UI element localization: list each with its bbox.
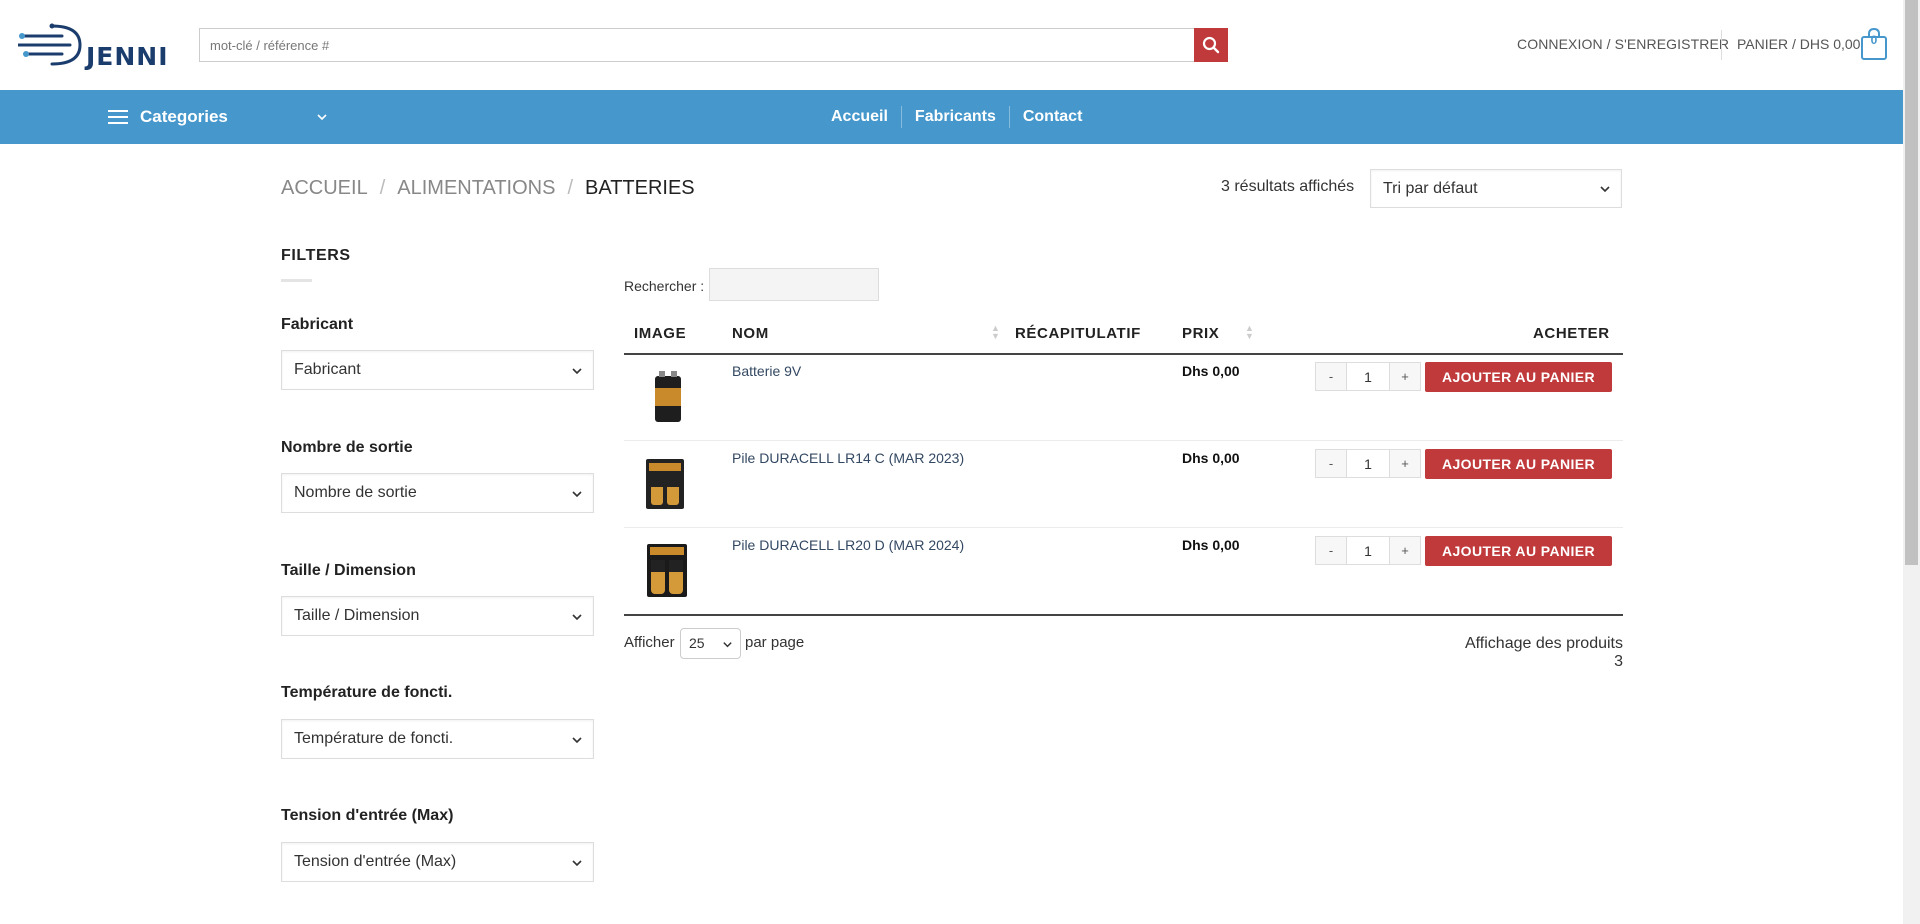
filter-label-taille: Taille / Dimension	[281, 562, 416, 579]
row-divider	[624, 440, 1623, 441]
qty-input[interactable]: 1	[1347, 536, 1389, 565]
row-divider	[624, 527, 1623, 528]
product-price: Dhs 0,00	[1182, 450, 1240, 466]
nav-link-accueil[interactable]: Accueil	[818, 108, 901, 126]
battery-9v-image[interactable]	[642, 368, 692, 424]
table-search-label: Rechercher :	[624, 278, 705, 294]
logo-text: JENNI	[86, 42, 169, 71]
chevron-down-icon	[572, 614, 582, 621]
per-page-suffix: par page	[745, 634, 805, 651]
cart-link[interactable]: PANIER / DHS 0,00	[1737, 36, 1860, 52]
sort-arrows-icon[interactable]: ▲ ▼	[991, 324, 1000, 341]
table-footer-divider	[624, 614, 1623, 616]
product-name-link[interactable]: Pile DURACELL LR14 C (MAR 2023)	[732, 450, 964, 466]
per-page-prefix: Afficher	[624, 634, 675, 651]
qty-input[interactable]: 1	[1347, 362, 1389, 391]
nav-links: Accueil Fabricants Contact	[818, 90, 1095, 144]
header-divider	[1721, 30, 1722, 60]
per-page-value: 25	[689, 635, 705, 651]
filter-selected-value: Fabricant	[294, 361, 361, 378]
chevron-down-icon	[723, 642, 732, 648]
login-register-link[interactable]: CONNEXION / S'ENREGISTRER	[1517, 36, 1729, 52]
column-header-nom[interactable]: NOM	[732, 325, 769, 342]
chevron-down-icon	[572, 368, 582, 375]
categories-label: Categories	[140, 107, 228, 126]
page-scrollbar-thumb[interactable]	[1905, 0, 1918, 565]
filter-label-nombre-sortie: Nombre de sortie	[281, 439, 413, 456]
qty-decrease-button[interactable]: -	[1315, 536, 1347, 565]
chevron-down-icon	[572, 860, 582, 867]
duracell-d-image[interactable]	[642, 542, 692, 598]
search-icon	[1202, 36, 1220, 54]
breadcrumb-separator: /	[567, 177, 573, 199]
add-to-cart-button[interactable]: AJOUTER AU PANIER	[1425, 536, 1612, 566]
quantity-stepper[interactable]: - 1 +	[1315, 449, 1421, 478]
filter-label-tension: Tension d'entrée (Max)	[281, 807, 454, 824]
filters-title: FILTERS	[281, 247, 351, 264]
column-header-recapitulatif: RÉCAPITULATIF	[1015, 325, 1141, 342]
results-count: 3 résultats affichés	[1221, 178, 1355, 195]
filter-label-fabricant: Fabricant	[281, 316, 354, 333]
chevron-down-icon	[572, 737, 582, 744]
product-price: Dhs 0,00	[1182, 537, 1240, 553]
table-header-divider	[624, 353, 1623, 355]
column-header-acheter: ACHETER	[1533, 325, 1610, 342]
filter-selected-value: Nombre de sortie	[294, 484, 417, 501]
site-search-input[interactable]	[199, 28, 1194, 62]
sort-select[interactable]: Tri par défaut	[1370, 169, 1622, 208]
product-name-link[interactable]: Batterie 9V	[732, 363, 801, 379]
filter-select-temperature[interactable]: Température de foncti.	[281, 719, 594, 759]
chevron-down-icon[interactable]	[316, 111, 328, 123]
breadcrumb-alimentations[interactable]: ALIMENTATIONS	[397, 177, 555, 200]
filter-selected-value: Température de foncti.	[294, 730, 454, 747]
qty-decrease-button[interactable]: -	[1315, 449, 1347, 478]
qty-increase-button[interactable]: +	[1389, 362, 1421, 391]
nav-link-fabricants[interactable]: Fabricants	[902, 108, 1009, 126]
site-header: JENNI CONNEXION / S'ENREGISTRER PANIER /…	[0, 0, 1903, 90]
main-navbar: Categories Accueil Fabricants Contact	[0, 90, 1903, 144]
filter-selected-value: Tension d'entrée (Max)	[294, 853, 457, 870]
qty-decrease-button[interactable]: -	[1315, 362, 1347, 391]
breadcrumb-separator: /	[379, 177, 386, 199]
categories-menu-button[interactable]: Categories	[108, 90, 228, 144]
sort-arrows-icon[interactable]: ▲ ▼	[1245, 324, 1254, 341]
quantity-stepper[interactable]: - 1 +	[1315, 536, 1421, 565]
column-header-image: IMAGE	[634, 325, 687, 342]
site-search-button[interactable]	[1194, 28, 1228, 62]
filter-select-fabricant[interactable]: Fabricant	[281, 350, 594, 390]
quantity-stepper[interactable]: - 1 +	[1315, 362, 1421, 391]
product-price: Dhs 0,00	[1182, 363, 1240, 379]
filter-label-temperature: Température de foncti.	[281, 684, 453, 701]
hamburger-icon	[108, 110, 128, 124]
duracell-c-image[interactable]	[640, 455, 690, 511]
chevron-down-icon	[572, 491, 582, 498]
add-to-cart-button[interactable]: AJOUTER AU PANIER	[1425, 449, 1612, 479]
table-search-input[interactable]	[709, 268, 879, 301]
display-info: Affichage des produits 3	[1464, 635, 1623, 670]
qty-increase-button[interactable]: +	[1389, 536, 1421, 565]
filter-select-tension[interactable]: Tension d'entrée (Max)	[281, 842, 594, 882]
qty-input[interactable]: 1	[1347, 449, 1389, 478]
filter-select-taille[interactable]: Taille / Dimension	[281, 596, 594, 636]
breadcrumb-accueil[interactable]: ACCUEIL	[281, 177, 368, 200]
filters-underline	[281, 279, 312, 282]
filter-selected-value: Taille / Dimension	[294, 607, 420, 624]
chevron-down-icon	[1600, 186, 1610, 193]
nav-link-contact[interactable]: Contact	[1010, 108, 1096, 126]
column-header-prix[interactable]: PRIX	[1182, 325, 1219, 342]
cart-count-badge: 0	[1870, 33, 1878, 47]
per-page-select[interactable]: 25	[680, 628, 741, 659]
sort-selected-value: Tri par défaut	[1383, 180, 1478, 197]
filter-select-nombre-sortie[interactable]: Nombre de sortie	[281, 473, 594, 513]
breadcrumb-current: BATTERIES	[585, 177, 695, 199]
product-name-link[interactable]: Pile DURACELL LR20 D (MAR 2024)	[732, 537, 964, 553]
qty-increase-button[interactable]: +	[1389, 449, 1421, 478]
breadcrumb: ACCUEIL / ALIMENTATIONS / BATTERIES	[281, 177, 695, 200]
add-to-cart-button[interactable]: AJOUTER AU PANIER	[1425, 362, 1612, 392]
